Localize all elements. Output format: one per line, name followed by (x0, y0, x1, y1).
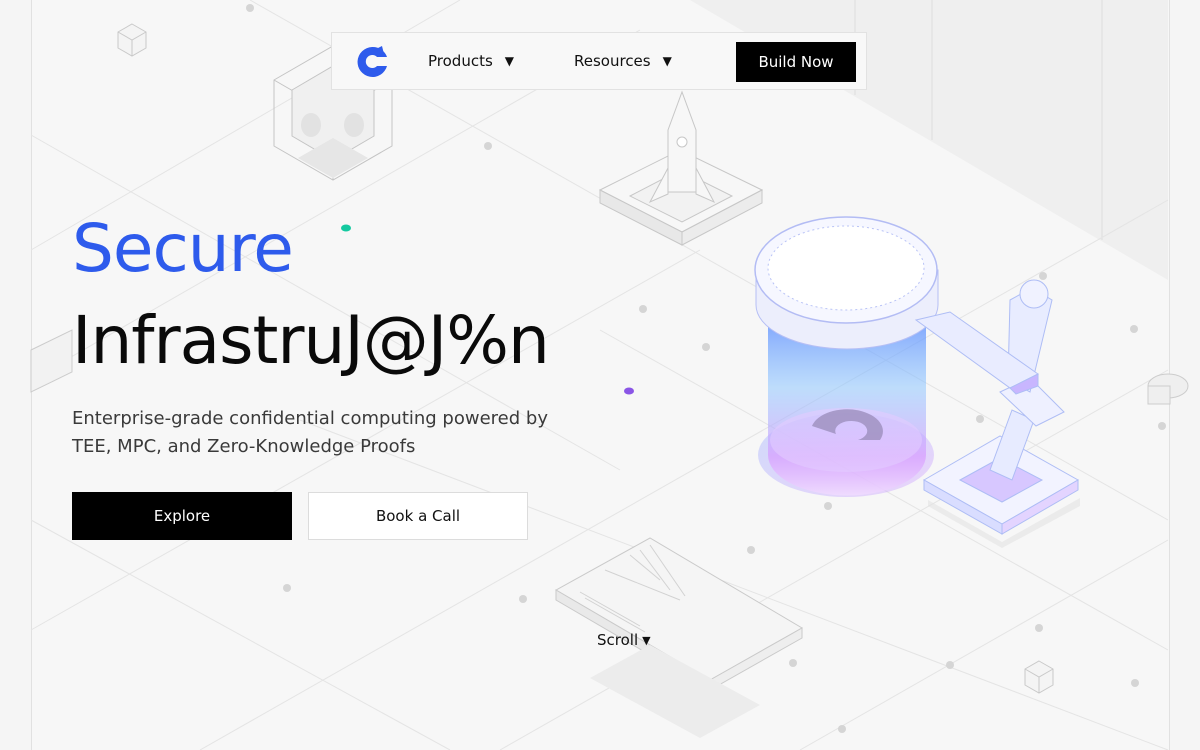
hero-title-line-1: Secure (72, 210, 294, 287)
hero-subtitle: Enterprise-grade confidential computing … (72, 405, 592, 461)
resources-label: Resources (574, 52, 651, 70)
chevron-down-icon: ▼ (662, 54, 672, 68)
explore-button[interactable]: Explore (72, 492, 292, 540)
chevron-down-icon: ▼ (504, 54, 515, 68)
cylinder-illustration (754, 216, 939, 497)
purple-dot (624, 387, 634, 395)
build-now-button[interactable]: Build Now (736, 42, 856, 82)
products-menu[interactable]: Products ▼ (428, 52, 514, 70)
teal-dot (341, 224, 351, 232)
top-nav: Products ▼ Resources ▼ Build Now (331, 32, 867, 90)
scroll-label: Scroll (597, 631, 639, 649)
book-call-button[interactable]: Book a Call (308, 492, 528, 540)
c-logo-icon[interactable] (354, 44, 390, 80)
scroll-indicator[interactable]: Scroll ▼ (597, 631, 651, 649)
resources-menu[interactable]: Resources ▼ (574, 52, 672, 70)
chevron-down-icon: ▼ (642, 633, 651, 647)
hero-title-line-2: InfrastruJ@J%n (72, 302, 550, 379)
robot-arm-illustration (914, 279, 1080, 535)
hero-subtitle-line-2: TEE, MPC, and Zero-Knowledge Proofs (72, 436, 416, 457)
hero-subtitle-line-1: Enterprise-grade confidential computing … (72, 408, 548, 429)
products-label: Products (428, 52, 493, 70)
